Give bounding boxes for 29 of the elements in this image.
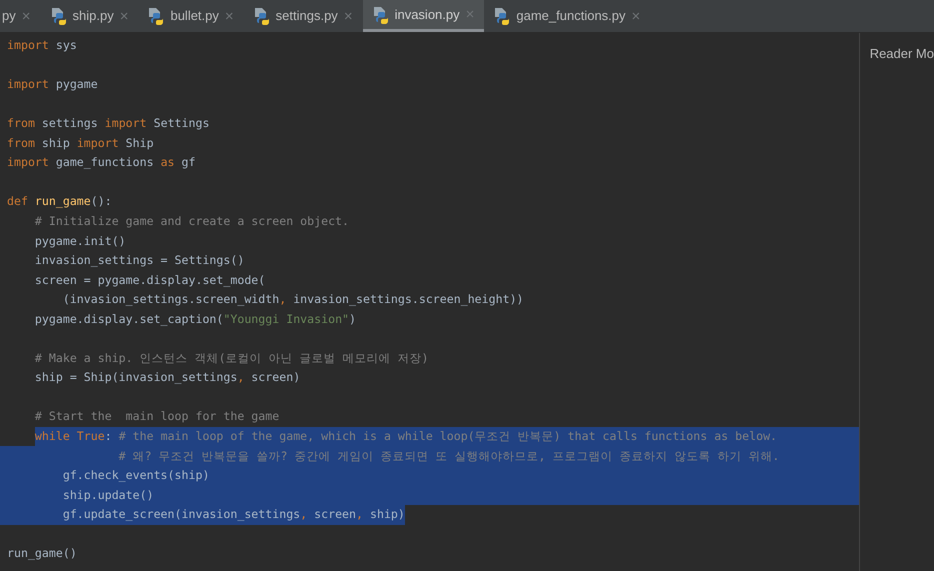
code-line: (invasion_settings.screen_width, invasion_settings.screen_height))	[62, 291, 524, 308]
code-line: # Start the main loop for the game	[34, 408, 280, 426]
tab-label: game_functions.py	[516, 7, 626, 26]
code-line: import pygame	[6, 76, 98, 94]
tab-label: settings.py	[276, 7, 338, 26]
code-line: # Initialize game and create a screen object.	[34, 213, 350, 230]
code-line: pygame.display.set_caption("Younggi Invasion")	[34, 310, 356, 328]
reader-mode-label[interactable]: Reader Mo	[870, 46, 934, 61]
tab-label: bullet.py	[170, 7, 219, 26]
code-line: from ship import Ship	[6, 134, 154, 152]
code-line: from settings import Settings	[6, 115, 210, 132]
editor-tab[interactable]: ship.py ×	[40, 0, 138, 32]
code-line: invasion_settings = Settings()	[34, 252, 244, 270]
editor-tab[interactable]: py ×	[0, 0, 40, 32]
code-line: import sys	[6, 37, 77, 54]
code-line: pygame.init()	[34, 232, 126, 250]
code-line: def run_game():	[6, 193, 112, 210]
editor-tab[interactable]: game_functions.py ×	[484, 0, 650, 32]
editor-tab[interactable]: bullet.py ×	[138, 0, 244, 32]
editor-tab[interactable]: settings.py ×	[244, 0, 363, 32]
code-line: run_game()	[6, 545, 77, 562]
tab-label: py	[2, 7, 16, 26]
code-line: screen = pygame.display.set_mode(	[34, 272, 266, 289]
code-line: import game_functions as gf	[6, 154, 196, 172]
code-line: # Make a ship. 인스턴스 객체(로컬이 아닌 글로벌 메모리에 저장)	[34, 350, 428, 367]
tab-label: invasion.py	[394, 6, 460, 24]
code-line: ship = Ship(invasion_settings, screen)	[34, 369, 300, 386]
editor-tab[interactable]: invasion.py ×	[362, 0, 484, 32]
tab-label: ship.py	[72, 7, 114, 26]
